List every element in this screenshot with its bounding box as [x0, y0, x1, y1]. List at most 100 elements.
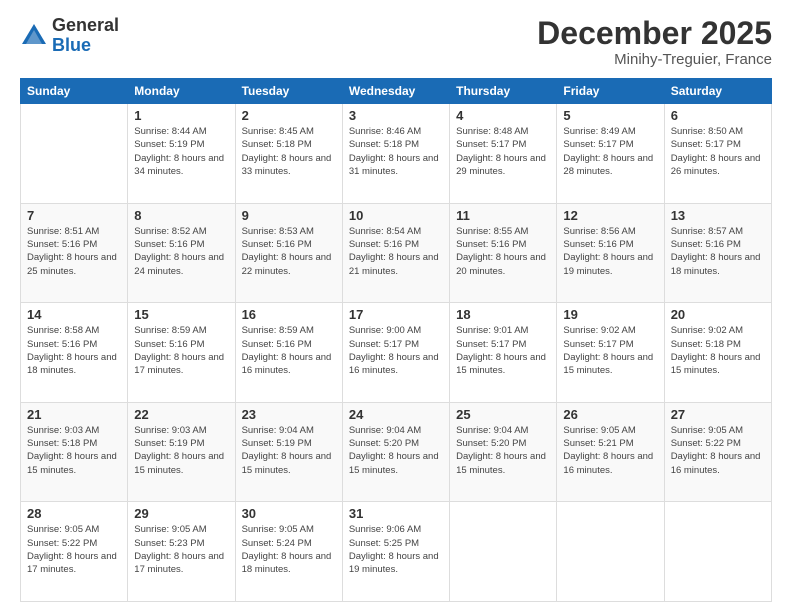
header-row: SundayMondayTuesdayWednesdayThursdayFrid…: [21, 79, 772, 104]
day-info: Sunrise: 9:03 AMSunset: 5:18 PMDaylight:…: [27, 424, 121, 477]
day-cell: 21 Sunrise: 9:03 AMSunset: 5:18 PMDayligh…: [21, 402, 128, 502]
day-info: Sunrise: 8:59 AMSunset: 5:16 PMDaylight:…: [134, 324, 228, 377]
day-number: 8: [134, 208, 228, 223]
day-cell: [664, 502, 771, 602]
day-info: Sunrise: 8:54 AMSunset: 5:16 PMDaylight:…: [349, 225, 443, 278]
day-cell: 11Sunrise: 8:55 AMSunset: 5:16 PMDayligh…: [450, 203, 557, 303]
day-info: Sunrise: 9:04 AMSunset: 5:20 PMDaylight:…: [349, 424, 443, 477]
day-info: Sunrise: 8:57 AMSunset: 5:16 PMDaylight:…: [671, 225, 765, 278]
day-cell: 18Sunrise: 9:01 AMSunset: 5:17 PMDayligh…: [450, 303, 557, 403]
week-row-1: 7 Sunrise: 8:51 AMSunset: 5:16 PMDaylight…: [21, 203, 772, 303]
logo: General Blue: [20, 16, 119, 56]
day-info: Sunrise: 9:02 AMSunset: 5:17 PMDaylight:…: [563, 324, 657, 377]
day-number: 31: [349, 506, 443, 521]
logo-blue: Blue: [52, 36, 119, 56]
day-number: 27: [671, 407, 765, 422]
day-cell: 28Sunrise: 9:05 AMSunset: 5:22 PMDayligh…: [21, 502, 128, 602]
day-cell: 15 Sunrise: 8:59 AMSunset: 5:16 PMDayligh…: [128, 303, 235, 403]
col-header-monday: Monday: [128, 79, 235, 104]
day-cell: 22Sunrise: 9:03 AMSunset: 5:19 PMDayligh…: [128, 402, 235, 502]
day-cell: 19 Sunrise: 9:02 AMSunset: 5:17 PMDayligh…: [557, 303, 664, 403]
day-number: 1: [134, 108, 228, 123]
day-info: Sunrise: 9:05 AMSunset: 5:22 PMDaylight:…: [671, 424, 765, 477]
day-info: Sunrise: 8:46 AMSunset: 5:18 PMDaylight:…: [349, 125, 443, 178]
day-number: 10: [349, 208, 443, 223]
day-info: Sunrise: 9:05 AMSunset: 5:21 PMDaylight:…: [563, 424, 657, 477]
day-number: 15: [134, 307, 228, 322]
day-number: 28: [27, 506, 121, 521]
day-cell: 8 Sunrise: 8:52 AMSunset: 5:16 PMDaylight…: [128, 203, 235, 303]
day-info: Sunrise: 8:49 AMSunset: 5:17 PMDaylight:…: [563, 125, 657, 178]
day-info: Sunrise: 9:02 AMSunset: 5:18 PMDaylight:…: [671, 324, 765, 377]
week-row-2: 14 Sunrise: 8:58 AMSunset: 5:16 PMDayligh…: [21, 303, 772, 403]
day-cell: 1 Sunrise: 8:44 AMSunset: 5:19 PMDaylight…: [128, 104, 235, 204]
day-info: Sunrise: 9:05 AMSunset: 5:23 PMDaylight:…: [134, 523, 228, 576]
day-number: 26: [563, 407, 657, 422]
week-row-4: 28Sunrise: 9:05 AMSunset: 5:22 PMDayligh…: [21, 502, 772, 602]
day-cell: 3 Sunrise: 8:46 AMSunset: 5:18 PMDaylight…: [342, 104, 449, 204]
day-number: 16: [242, 307, 336, 322]
col-header-sunday: Sunday: [21, 79, 128, 104]
day-cell: 24 Sunrise: 9:04 AMSunset: 5:20 PMDayligh…: [342, 402, 449, 502]
day-number: 29: [134, 506, 228, 521]
day-cell: 16 Sunrise: 8:59 AMSunset: 5:16 PMDayligh…: [235, 303, 342, 403]
day-number: 30: [242, 506, 336, 521]
week-row-3: 21 Sunrise: 9:03 AMSunset: 5:18 PMDayligh…: [21, 402, 772, 502]
day-info: Sunrise: 9:03 AMSunset: 5:19 PMDaylight:…: [134, 424, 228, 477]
day-number: 12: [563, 208, 657, 223]
day-cell: [21, 104, 128, 204]
day-info: Sunrise: 8:52 AMSunset: 5:16 PMDaylight:…: [134, 225, 228, 278]
day-cell: 17Sunrise: 9:00 AMSunset: 5:17 PMDayligh…: [342, 303, 449, 403]
day-cell: 29 Sunrise: 9:05 AMSunset: 5:23 PMDayligh…: [128, 502, 235, 602]
day-number: 5: [563, 108, 657, 123]
title-block: December 2025 Minihy-Treguier, France: [537, 16, 772, 68]
day-info: Sunrise: 8:59 AMSunset: 5:16 PMDaylight:…: [242, 324, 336, 377]
day-cell: 25Sunrise: 9:04 AMSunset: 5:20 PMDayligh…: [450, 402, 557, 502]
day-cell: 31Sunrise: 9:06 AMSunset: 5:25 PMDayligh…: [342, 502, 449, 602]
day-info: Sunrise: 8:48 AMSunset: 5:17 PMDaylight:…: [456, 125, 550, 178]
day-number: 14: [27, 307, 121, 322]
day-info: Sunrise: 9:04 AMSunset: 5:19 PMDaylight:…: [242, 424, 336, 477]
day-number: 23: [242, 407, 336, 422]
col-header-friday: Friday: [557, 79, 664, 104]
day-cell: 9Sunrise: 8:53 AMSunset: 5:16 PMDaylight…: [235, 203, 342, 303]
location: Minihy-Treguier, France: [537, 51, 772, 68]
col-header-tuesday: Tuesday: [235, 79, 342, 104]
calendar-table: SundayMondayTuesdayWednesdayThursdayFrid…: [20, 78, 772, 602]
day-number: 7: [27, 208, 121, 223]
col-header-wednesday: Wednesday: [342, 79, 449, 104]
day-cell: 5 Sunrise: 8:49 AMSunset: 5:17 PMDaylight…: [557, 104, 664, 204]
logo-general: General: [52, 16, 119, 36]
day-cell: 7 Sunrise: 8:51 AMSunset: 5:16 PMDaylight…: [21, 203, 128, 303]
day-info: Sunrise: 9:01 AMSunset: 5:17 PMDaylight:…: [456, 324, 550, 377]
day-number: 20: [671, 307, 765, 322]
day-number: 21: [27, 407, 121, 422]
day-info: Sunrise: 8:56 AMSunset: 5:16 PMDaylight:…: [563, 225, 657, 278]
day-number: 9: [242, 208, 336, 223]
day-info: Sunrise: 8:44 AMSunset: 5:19 PMDaylight:…: [134, 125, 228, 178]
page: General Blue December 2025 Minihy-Tregui…: [0, 0, 792, 612]
day-info: Sunrise: 8:45 AMSunset: 5:18 PMDaylight:…: [242, 125, 336, 178]
day-info: Sunrise: 9:00 AMSunset: 5:17 PMDaylight:…: [349, 324, 443, 377]
day-cell: 12 Sunrise: 8:56 AMSunset: 5:16 PMDayligh…: [557, 203, 664, 303]
logo-icon: [20, 22, 48, 50]
day-cell: [450, 502, 557, 602]
day-info: Sunrise: 8:58 AMSunset: 5:16 PMDaylight:…: [27, 324, 121, 377]
day-number: 24: [349, 407, 443, 422]
day-info: Sunrise: 9:05 AMSunset: 5:24 PMDaylight:…: [242, 523, 336, 576]
day-info: Sunrise: 8:51 AMSunset: 5:16 PMDaylight:…: [27, 225, 121, 278]
day-info: Sunrise: 9:04 AMSunset: 5:20 PMDaylight:…: [456, 424, 550, 477]
col-header-thursday: Thursday: [450, 79, 557, 104]
col-header-saturday: Saturday: [664, 79, 771, 104]
month-title: December 2025: [537, 16, 772, 51]
day-number: 19: [563, 307, 657, 322]
day-number: 3: [349, 108, 443, 123]
day-cell: 27 Sunrise: 9:05 AMSunset: 5:22 PMDayligh…: [664, 402, 771, 502]
day-number: 13: [671, 208, 765, 223]
day-info: Sunrise: 8:50 AMSunset: 5:17 PMDaylight:…: [671, 125, 765, 178]
day-number: 4: [456, 108, 550, 123]
day-cell: 20 Sunrise: 9:02 AMSunset: 5:18 PMDayligh…: [664, 303, 771, 403]
day-cell: 6Sunrise: 8:50 AMSunset: 5:17 PMDaylight…: [664, 104, 771, 204]
day-number: 11: [456, 208, 550, 223]
day-cell: 2Sunrise: 8:45 AMSunset: 5:18 PMDaylight…: [235, 104, 342, 204]
